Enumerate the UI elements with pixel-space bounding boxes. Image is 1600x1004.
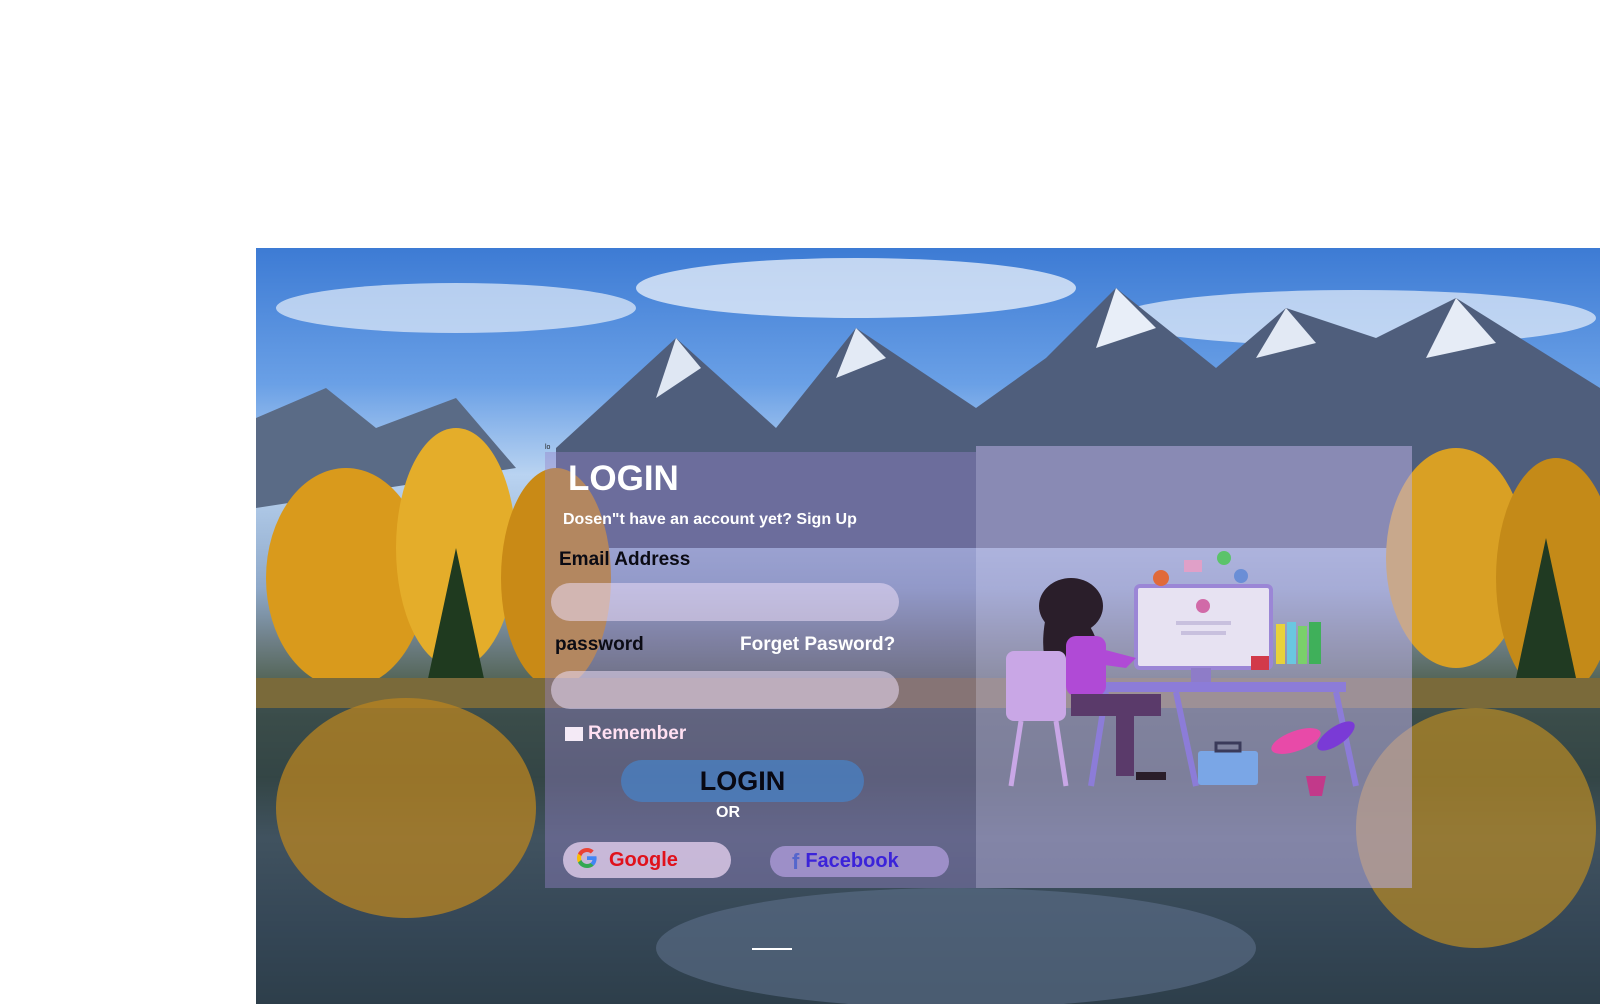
facebook-icon: f (792, 848, 800, 874)
woman-at-desk-illustration (1006, 551, 1359, 796)
email-label: Email Address (559, 549, 691, 570)
login-button[interactable]: LOGIN (621, 760, 864, 802)
illustration-panel (976, 446, 1412, 888)
password-field[interactable] (551, 671, 899, 709)
password-label: password (555, 634, 644, 655)
facebook-label: Facebook (805, 850, 899, 872)
google-icon (575, 846, 599, 875)
forgot-password-link[interactable]: Forget Pasword? (740, 634, 895, 656)
login-title: LOGIN (568, 459, 679, 498)
email-field[interactable] (551, 583, 899, 621)
or-divider: OR (716, 804, 740, 821)
stray-text: lo (545, 444, 551, 451)
facebook-login-button[interactable]: f Facebook (770, 846, 949, 877)
signup-link[interactable]: Dosen"t have an account yet? Sign Up (563, 511, 857, 529)
remember-option[interactable]: Remember (565, 723, 686, 745)
remember-label: Remember (588, 723, 687, 744)
remember-checkbox[interactable] (565, 727, 583, 741)
google-label: Google (609, 848, 678, 871)
decorative-underline (752, 948, 792, 950)
google-login-button[interactable]: Google (563, 842, 731, 878)
